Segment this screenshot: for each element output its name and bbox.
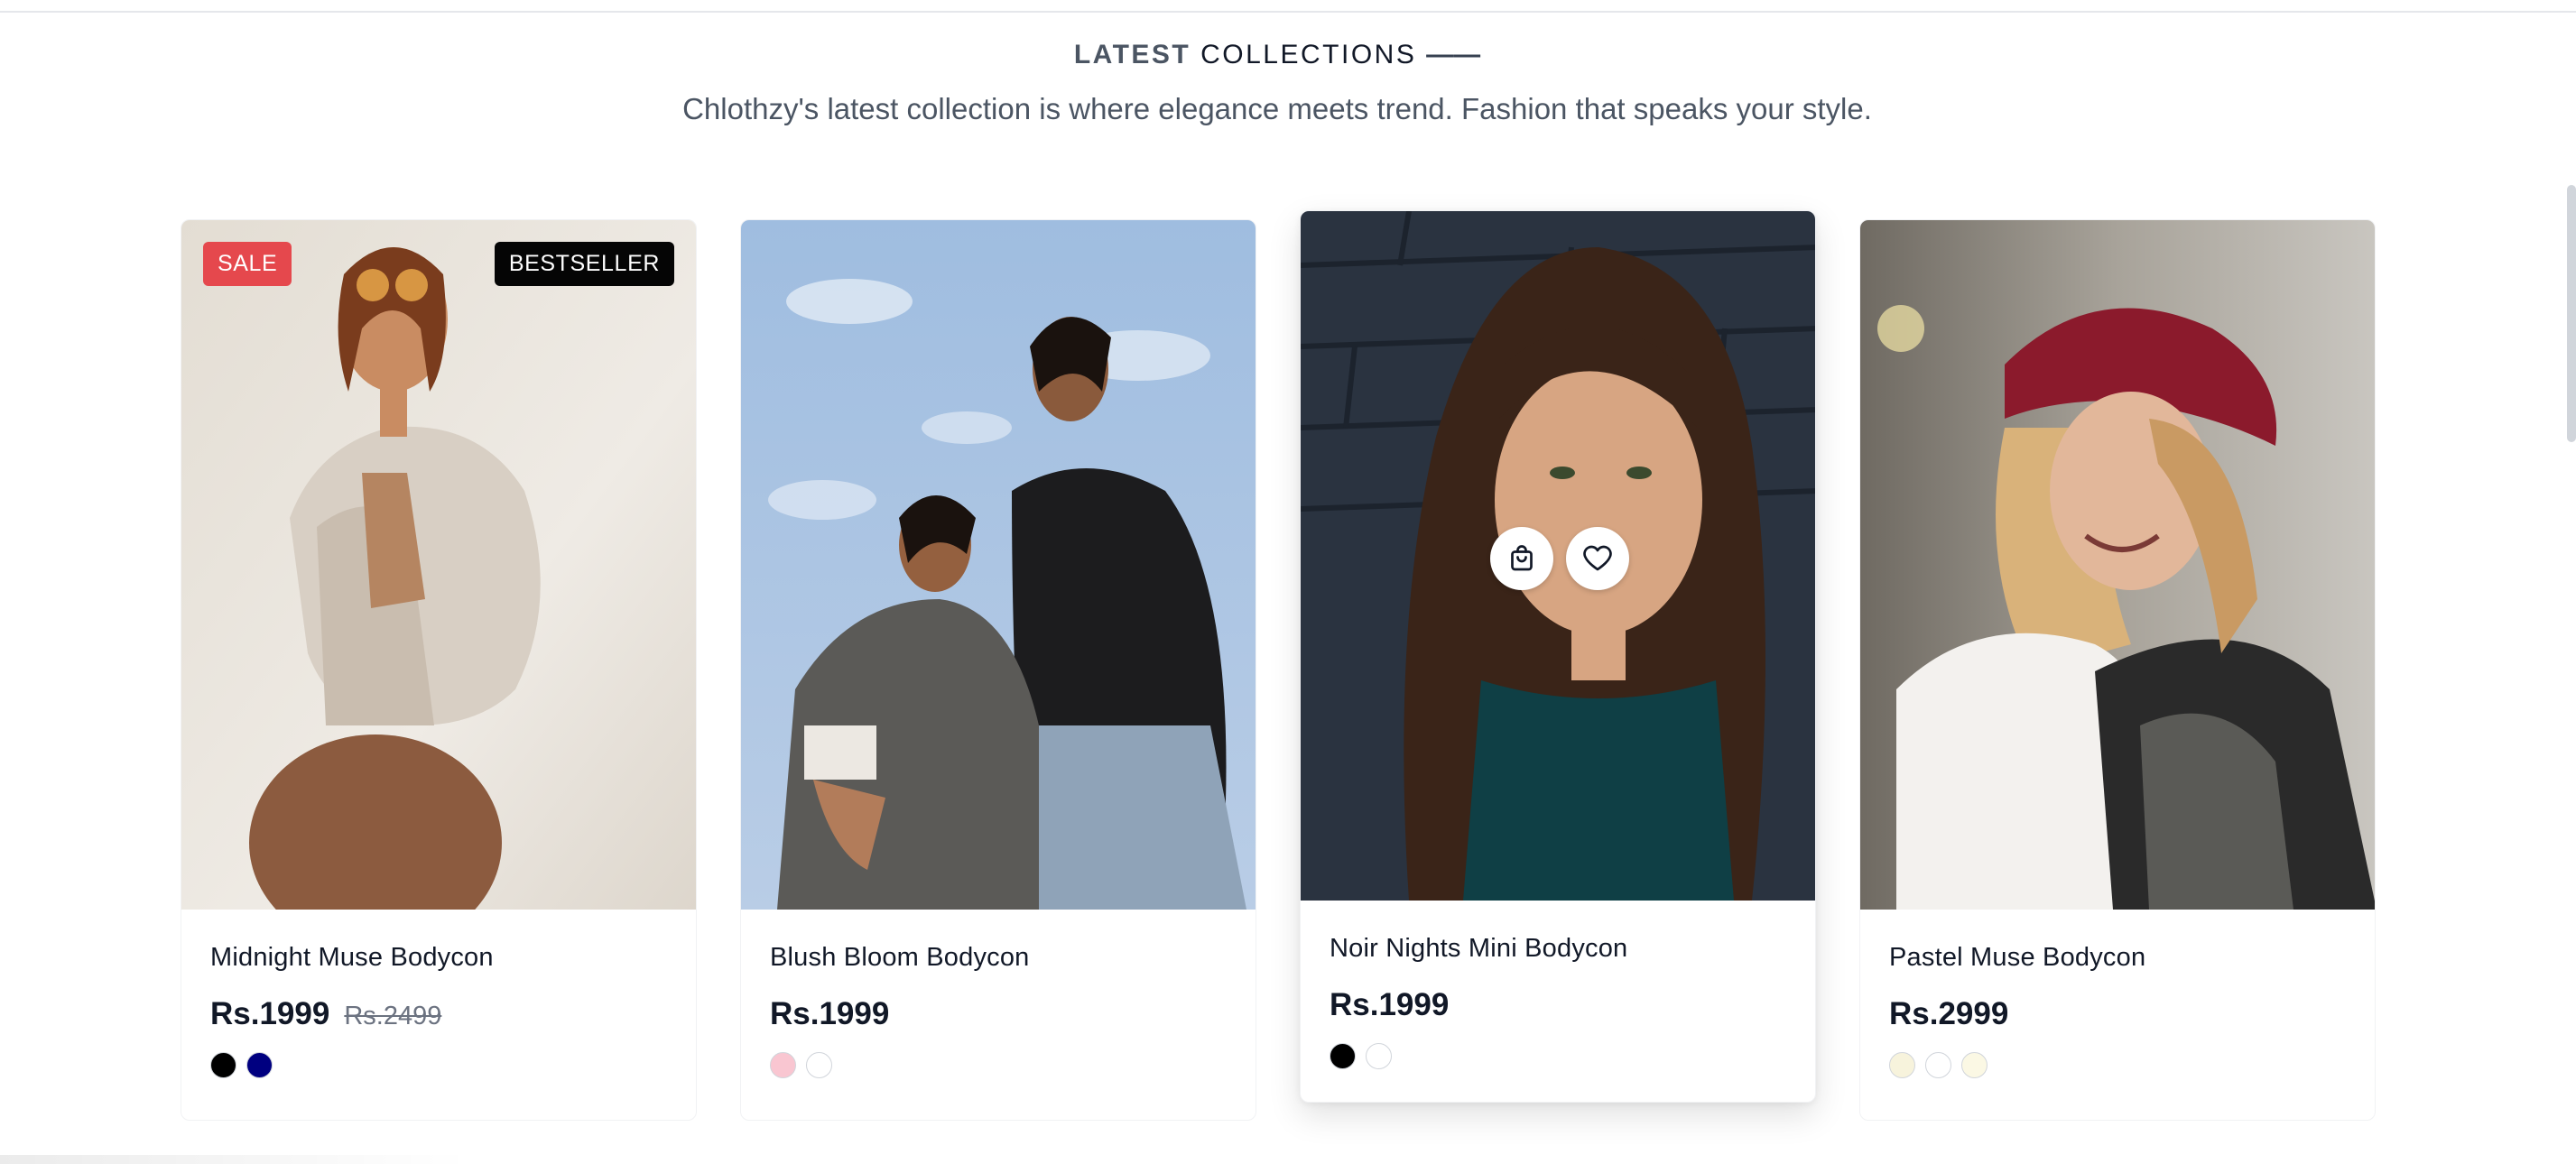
product-original-price: Rs.2499 (344, 1002, 442, 1030)
color-swatches (210, 1052, 667, 1078)
product-card-hovered[interactable]: Noir Nights Mini Bodycon Rs.1999 (1300, 210, 1816, 1103)
product-photo-illustration (1301, 211, 1815, 901)
latest-collections-page: LATEST COLLECTIONS —— Chlothzy's latest … (0, 0, 2576, 1164)
product-prices: Rs.1999 (1330, 987, 1786, 1023)
product-price: Rs.2999 (1889, 996, 2009, 1031)
product-name[interactable]: Noir Nights Mini Bodycon (1330, 934, 1786, 964)
product-card[interactable]: SALE BESTSELLER Midnight Muse Bodycon Rs… (181, 219, 697, 1121)
section-title: LATEST COLLECTIONS —— (0, 40, 2554, 70)
section-subtitle: Chlothzy's latest collection is where el… (682, 92, 1872, 125)
color-swatches (770, 1052, 1227, 1078)
product-price: Rs.1999 (1330, 987, 1450, 1022)
color-swatch-black[interactable] (210, 1052, 236, 1078)
color-swatch-white[interactable] (806, 1052, 832, 1078)
color-swatch-ivory[interactable] (1961, 1052, 1988, 1078)
product-photo-illustration (741, 220, 1256, 910)
product-name[interactable]: Midnight Muse Bodycon (210, 943, 667, 973)
product-photo-illustration (181, 220, 696, 910)
product-card[interactable]: Blush Bloom Bodycon Rs.1999 (740, 219, 1256, 1121)
color-swatch-white[interactable] (1925, 1052, 1951, 1078)
section-title-bold: COLLECTIONS (1200, 40, 1417, 69)
product-image[interactable] (1860, 220, 2375, 910)
product-card[interactable]: Pastel Muse Bodycon Rs.2999 (1859, 219, 2376, 1121)
product-name[interactable]: Blush Bloom Bodycon (770, 943, 1227, 973)
header-divider (0, 11, 2576, 13)
color-swatches (1330, 1043, 1786, 1069)
bottom-shadow (0, 1155, 469, 1164)
product-price: Rs.1999 (770, 996, 890, 1031)
product-prices: Rs.1999 (770, 996, 1227, 1032)
sale-badge: SALE (203, 242, 292, 286)
product-photo-illustration (1860, 220, 2375, 910)
shopping-bag-icon (1511, 545, 1533, 571)
color-swatches (1889, 1052, 2346, 1078)
product-image[interactable] (1301, 211, 1815, 901)
product-price: Rs.1999 (210, 996, 330, 1031)
heart-icon (1583, 545, 1612, 571)
product-image[interactable] (741, 220, 1256, 910)
product-prices: Rs.2999 (1889, 996, 2346, 1032)
color-swatch-black[interactable] (1330, 1043, 1356, 1069)
product-name[interactable]: Pastel Muse Bodycon (1889, 943, 2346, 973)
section-title-light: LATEST (1073, 40, 1191, 69)
scrollbar-thumb[interactable] (2567, 185, 2576, 442)
bestseller-badge: BESTSELLER (494, 242, 674, 286)
product-image[interactable]: SALE BESTSELLER (181, 220, 696, 910)
add-to-wishlist-button[interactable] (1566, 527, 1629, 590)
product-prices: Rs.1999 Rs.2499 (210, 996, 667, 1032)
add-to-cart-button[interactable] (1490, 527, 1553, 590)
color-swatch-cream[interactable] (1889, 1052, 1915, 1078)
color-swatch-white[interactable] (1366, 1043, 1392, 1069)
section-title-dash: —— (1426, 40, 1481, 69)
color-swatch-navy[interactable] (246, 1052, 273, 1078)
color-swatch-pink[interactable] (770, 1052, 796, 1078)
